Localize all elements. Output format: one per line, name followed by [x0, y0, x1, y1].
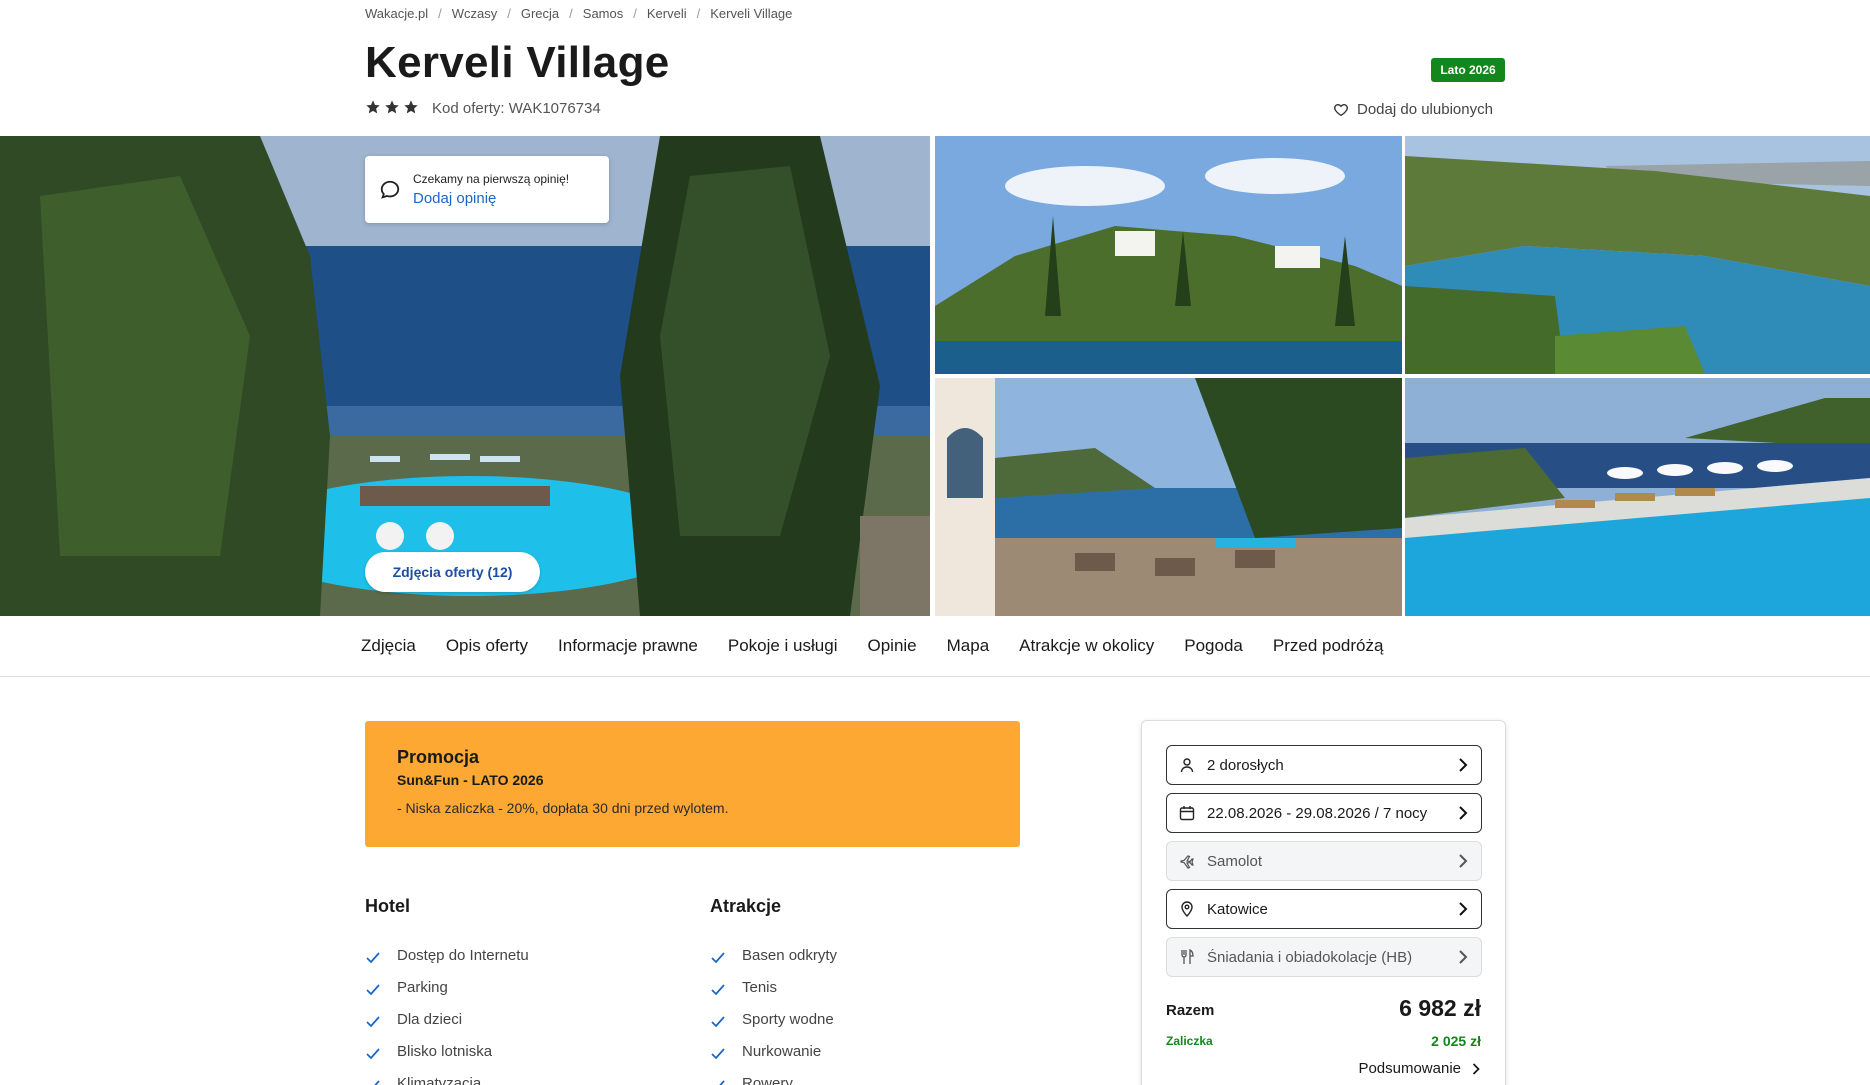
gallery-photo[interactable]	[935, 136, 1402, 374]
check-icon	[366, 984, 380, 996]
tab-description[interactable]: Opis oferty	[446, 636, 528, 656]
promo-description: - Niska zaliczka - 20%, dopłata 30 dni p…	[397, 800, 729, 816]
add-to-favorites-button[interactable]: Dodaj do ulubionych	[1333, 101, 1493, 118]
tab-rooms[interactable]: Pokoje i usługi	[728, 636, 838, 656]
breadcrumb-item[interactable]: Samos	[583, 6, 623, 21]
coast-hill-image	[935, 136, 1402, 374]
chevron-right-icon	[1472, 1062, 1480, 1075]
travelers-select[interactable]: 2 dorosłych	[1166, 745, 1482, 785]
summary-label: Podsumowanie	[1358, 1060, 1461, 1077]
dates-value: 22.08.2026 - 29.08.2026 / 7 nocy	[1207, 804, 1428, 822]
airplane-icon	[1180, 855, 1194, 869]
hotel-amenities: Hotel Dostęp do Internetu Parking Dla dz…	[365, 896, 529, 1085]
deposit-label: Zaliczka	[1166, 1034, 1213, 1048]
season-badge: Lato 2026	[1431, 58, 1505, 82]
attractions-amenities: Atrakcje Basen odkryty Tenis Sporty wodn…	[710, 896, 837, 1085]
chevron-right-icon	[1459, 758, 1468, 772]
booking-panel: 2 dorosłych 22.08.2026 - 29.08.2026 / 7 …	[1141, 720, 1506, 1085]
offer-code: Kod oferty: WAK1076734	[432, 100, 601, 117]
check-icon	[711, 1048, 725, 1060]
person-icon	[1180, 758, 1194, 773]
tab-before-trip[interactable]: Przed podróżą	[1273, 636, 1384, 656]
breadcrumb-item[interactable]: Kerveli	[647, 6, 687, 21]
departure-value: Katowice	[1207, 900, 1268, 918]
breadcrumb-item[interactable]: Wczasy	[452, 6, 498, 21]
tab-map[interactable]: Mapa	[947, 636, 990, 656]
tab-attractions[interactable]: Atrakcje w okolicy	[1019, 636, 1154, 656]
first-review-box: Czekamy na pierwszą opinię! Dodaj opinię	[365, 156, 609, 223]
star-icon	[385, 100, 399, 114]
list-item: Dostęp do Internetu	[365, 939, 529, 971]
terrace-sea-image	[935, 378, 1402, 616]
location-pin-icon	[1181, 901, 1193, 917]
chevron-right-icon	[1459, 950, 1468, 964]
breadcrumb-item[interactable]: Grecja	[521, 6, 559, 21]
list-item: Parking	[365, 971, 529, 1003]
heart-icon	[1334, 103, 1348, 116]
promo-box: Promocja Sun&Fun - LATO 2026 - Niska zal…	[365, 721, 1020, 847]
page-title: Kerveli Village	[365, 38, 670, 87]
chevron-right-icon	[1459, 806, 1468, 820]
photo-gallery	[0, 136, 1870, 616]
list-item: Nurkowanie	[710, 1035, 837, 1067]
bay-aerial-image	[1405, 136, 1870, 374]
list-item: Blisko lotniska	[365, 1035, 529, 1067]
transport-select[interactable]: Samolot	[1166, 841, 1482, 881]
breadcrumb: Wakacje.pl / Wczasy / Grecja / Samos / Kerve…	[365, 6, 793, 21]
summary-link[interactable]: Podsumowanie	[1358, 1060, 1481, 1077]
add-review-link[interactable]: Dodaj opinię	[413, 190, 569, 207]
section-tabs: Zdjęcia Opis oferty Informacje prawne Po…	[0, 616, 1870, 677]
gallery-photo[interactable]	[1405, 378, 1870, 616]
hotel-stars	[365, 99, 419, 115]
chat-bubble-icon	[380, 180, 400, 199]
check-icon	[366, 1048, 380, 1060]
favorites-label: Dodaj do ulubionych	[1357, 101, 1493, 118]
amenities-heading: Hotel	[365, 896, 410, 916]
departure-select[interactable]: Katowice	[1166, 889, 1482, 929]
promo-subtitle: Sun&Fun - LATO 2026	[397, 772, 544, 788]
tab-photos[interactable]: Zdjęcia	[361, 636, 416, 656]
review-prompt: Czekamy na pierwszą opinię!	[413, 172, 570, 186]
board-select[interactable]: Śniadania i obiadokolacje (HB)	[1166, 937, 1482, 977]
list-item: Basen odkryty	[710, 939, 837, 971]
transport-value: Samolot	[1207, 852, 1263, 870]
check-icon	[719, 1080, 725, 1085]
chevron-right-icon	[1459, 854, 1468, 868]
tab-legal[interactable]: Informacje prawne	[558, 636, 698, 656]
promo-title: Promocja	[397, 747, 480, 767]
chevron-right-icon	[1459, 902, 1468, 916]
travelers-value: 2 dorosłych	[1207, 756, 1284, 774]
dates-select[interactable]: 22.08.2026 - 29.08.2026 / 7 nocy	[1166, 793, 1482, 833]
calendar-icon	[1179, 806, 1195, 821]
cutlery-icon	[1181, 949, 1194, 964]
tab-reviews[interactable]: Opinie	[867, 636, 916, 656]
check-icon	[366, 952, 380, 964]
list-item: Rowery	[710, 1067, 837, 1085]
tab-weather[interactable]: Pogoda	[1184, 636, 1243, 656]
check-icon	[374, 1080, 380, 1085]
breadcrumb-item[interactable]: Wakacje.pl	[365, 6, 428, 21]
star-icon	[404, 100, 418, 114]
check-icon	[366, 1016, 380, 1028]
list-item: Sporty wodne	[710, 1003, 837, 1035]
offer-photos-button[interactable]: Zdjęcia oferty (12)	[365, 552, 540, 592]
check-icon	[711, 984, 725, 996]
list-item: Tenis	[710, 971, 837, 1003]
gallery-photo[interactable]	[1405, 136, 1870, 374]
deposit-price: 2 025 zł	[1431, 1033, 1481, 1049]
amenities-heading: Atrakcje	[710, 896, 782, 916]
list-item: Klimatyzacja	[365, 1067, 529, 1085]
breadcrumb-current: Kerveli Village	[710, 6, 793, 21]
total-price: 6 982 zł	[1399, 995, 1481, 1021]
total-label: Razem	[1166, 1002, 1215, 1019]
check-icon	[711, 952, 725, 964]
list-item: Dla dzieci	[365, 1003, 529, 1035]
pool-deck-image	[1405, 378, 1870, 616]
board-value: Śniadania i obiadokolacje (HB)	[1207, 948, 1413, 966]
gallery-photo[interactable]	[935, 378, 1402, 616]
star-icon	[366, 100, 380, 114]
check-icon	[711, 1016, 725, 1028]
